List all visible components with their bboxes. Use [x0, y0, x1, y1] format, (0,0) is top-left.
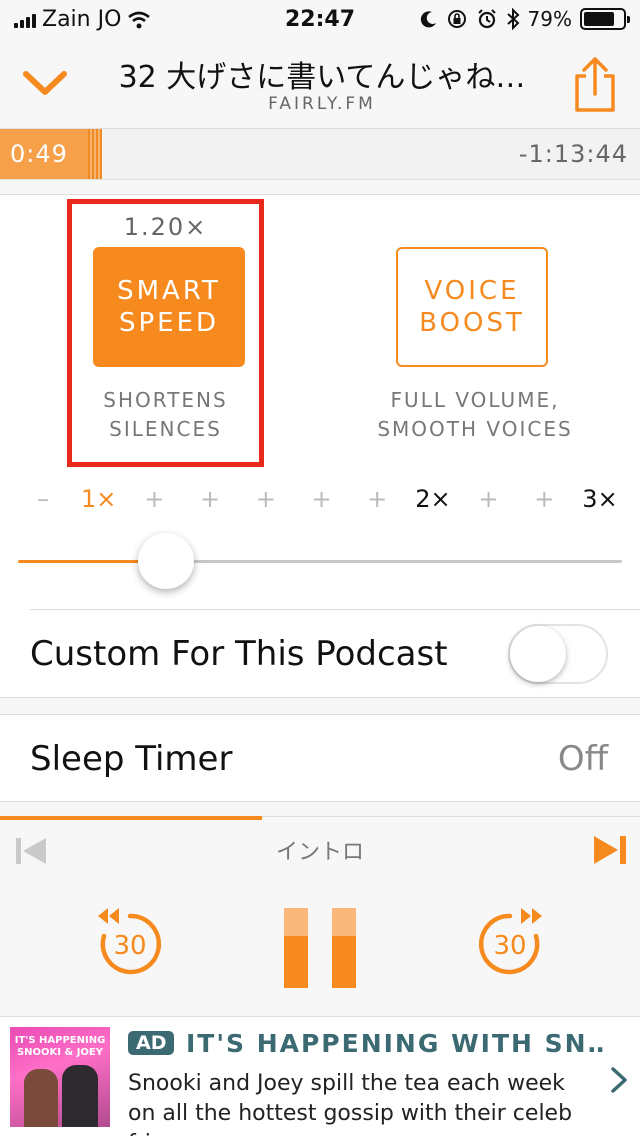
effects-panel: 1.20× SMART SPEED VOICE BOOST SHORTENS SIL… — [0, 194, 640, 698]
ad-artwork-person — [62, 1065, 98, 1127]
ad-body: Snooki and Joey spill the tea each week … — [128, 1071, 573, 1136]
ad-banner[interactable]: IT'S HAPPENING SNOOKI & JOEY AD IT'S HAP… — [0, 1016, 640, 1136]
moon-icon — [420, 11, 436, 28]
episode-title: 32 大げさに書いてんじゃね… — [118, 60, 526, 95]
smart-speed-desc-line2: SILENCES — [109, 417, 222, 441]
status-icons: 79% — [420, 7, 630, 31]
voice-boost-desc-line1: FULL VOLUME, — [390, 388, 560, 412]
chevron-down-icon[interactable] — [20, 64, 70, 104]
share-icon[interactable] — [572, 56, 618, 114]
smart-speed-label-line2: SPEED — [118, 308, 220, 338]
custom-podcast-row: Custom For This Podcast — [30, 609, 640, 697]
slider-thumb[interactable] — [137, 533, 194, 589]
playback-progress-bar[interactable]: 0:49 -1:13:44 — [0, 128, 640, 180]
speed-mark: + — [200, 485, 221, 513]
speed-mark: + — [255, 485, 276, 513]
chapter-title[interactable]: イントロ — [0, 834, 640, 866]
rotation-lock-icon — [447, 10, 466, 28]
pause-icon[interactable] — [282, 908, 358, 988]
custom-podcast-toggle[interactable] — [508, 624, 608, 684]
speed-mark: 1× — [80, 485, 117, 513]
voice-boost-label-line1: VOICE — [424, 276, 520, 306]
skip-back-seconds: 30 — [113, 931, 146, 961]
ad-artwork-title: IT'S HAPPENING SNOOKI & JOEY — [14, 1035, 106, 1058]
voice-boost-button[interactable]: VOICE BOOST — [396, 247, 548, 367]
sleep-timer-row[interactable]: Sleep Timer Off — [0, 714, 640, 802]
speed-slider[interactable] — [18, 533, 622, 589]
skip-forward-icon: 30 — [478, 908, 542, 975]
skip-forward-button[interactable]: 30 — [472, 904, 548, 980]
speed-mark: + — [478, 485, 499, 513]
voice-boost-desc-line2: SMOOTH VOICES — [377, 417, 573, 441]
elapsed-time: 0:49 — [0, 129, 96, 179]
speed-mark: + — [311, 485, 332, 513]
alarm-icon — [477, 9, 496, 29]
chevron-right-icon[interactable] — [608, 1065, 630, 1095]
sleep-timer-value: Off — [557, 739, 608, 779]
voice-boost-label-line2: BOOST — [419, 308, 525, 338]
ad-artwork-person — [24, 1069, 58, 1127]
battery-icon — [580, 8, 630, 30]
next-chapter-icon[interactable] — [592, 834, 628, 866]
custom-podcast-label: Custom For This Podcast — [30, 634, 448, 674]
battery-percent: 79% — [527, 7, 572, 31]
speed-mark: + — [144, 485, 165, 513]
toggle-knob — [510, 626, 566, 682]
skip-forward-seconds: 30 — [493, 931, 526, 961]
speed-mark: 3× — [582, 485, 618, 513]
status-bar: Zain JO 22:47 79% — [0, 0, 640, 40]
voice-boost-description: FULL VOLUME, SMOOTH VOICES — [330, 386, 620, 444]
smart-speed-button[interactable]: SMART SPEED — [93, 247, 245, 367]
ad-artwork[interactable]: IT'S HAPPENING SNOOKI & JOEY — [10, 1027, 110, 1127]
scrub-handle[interactable] — [88, 129, 102, 179]
speed-mark: – — [37, 485, 49, 513]
bluetooth-icon — [506, 8, 519, 30]
smart-speed-desc-line1: SHORTENS — [103, 388, 228, 412]
ad-badge: AD — [128, 1031, 175, 1055]
smart-speed-label-line1: SMART — [117, 276, 221, 306]
smart-speed-description: SHORTENS SILENCES — [67, 386, 264, 444]
chapter-progress — [0, 816, 263, 820]
sleep-timer-label: Sleep Timer — [30, 739, 233, 779]
remaining-time: -1:13:44 — [518, 140, 628, 168]
speed-value: 1.20× — [123, 213, 208, 241]
speed-mark: + — [534, 485, 555, 513]
skip-back-button[interactable]: 30 — [92, 904, 168, 980]
player-controls: イントロ 30 30 — [0, 816, 640, 1016]
speed-mark: 2× — [415, 485, 451, 513]
podcast-name[interactable]: FAIRLY.FM — [92, 94, 552, 114]
skip-back-icon: 30 — [98, 908, 162, 975]
ad-title: IT'S HAPPENING WITH SN… — [186, 1029, 606, 1058]
episode-header: 32 大げさに書いてんじゃね… FAIRLY.FM — [0, 40, 640, 128]
speed-scale: – 1× + + + + +2× + +3× — [18, 485, 622, 521]
speed-mark: + — [367, 485, 388, 513]
